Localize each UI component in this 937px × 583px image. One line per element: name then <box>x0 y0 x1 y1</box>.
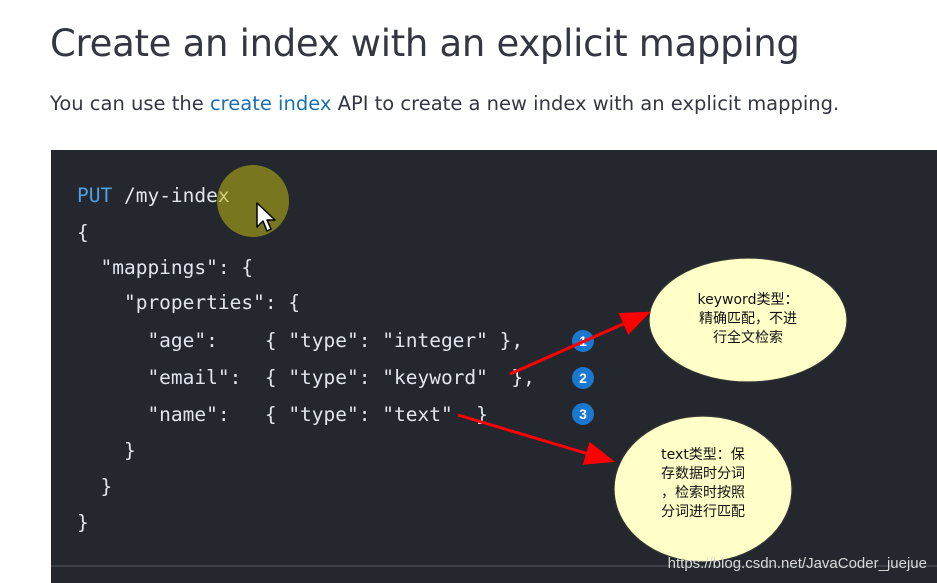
code-line: "age": { "type": "integer" }, <box>77 329 524 352</box>
intro-text: You can use the create index API to crea… <box>50 92 839 115</box>
intro-text-before: You can use the <box>50 92 210 115</box>
page-title: Create an index with an explicit mapping <box>50 22 800 65</box>
watermark: https://blog.csdn.net/JavaCoder_juejue <box>667 555 927 572</box>
code-line: "properties": { <box>77 291 301 314</box>
callout-badge-3[interactable]: 3 <box>572 403 594 425</box>
code-line: } <box>77 511 89 534</box>
code-line: { <box>77 221 89 244</box>
callout-badge-2[interactable]: 2 <box>572 367 594 389</box>
create-index-link[interactable]: create index <box>210 92 331 115</box>
code-line: "mappings": { <box>77 256 254 279</box>
cursor-highlight <box>217 165 289 237</box>
callout-badge-1[interactable]: 1 <box>572 330 594 352</box>
code-line: } <box>77 475 113 498</box>
text-annotation-text: text类型：保 存数据时分词 ，检索时按照 分词进行匹配 <box>661 447 745 520</box>
code-line: } <box>77 439 136 462</box>
code-line: "name": { "type": "text" } <box>77 403 488 426</box>
mouse-cursor-icon <box>256 202 276 232</box>
code-line: "email": { "type": "keyword" }, <box>77 366 535 389</box>
code-line-request: PUT /my-index <box>77 184 230 207</box>
keyword-annotation-text: keyword类型： 精确匹配，不进 行全文检索 <box>697 292 799 346</box>
intro-text-after: API to create a new index with an explic… <box>331 92 840 115</box>
request-path: /my-index <box>112 184 230 207</box>
http-method: PUT <box>77 184 113 207</box>
